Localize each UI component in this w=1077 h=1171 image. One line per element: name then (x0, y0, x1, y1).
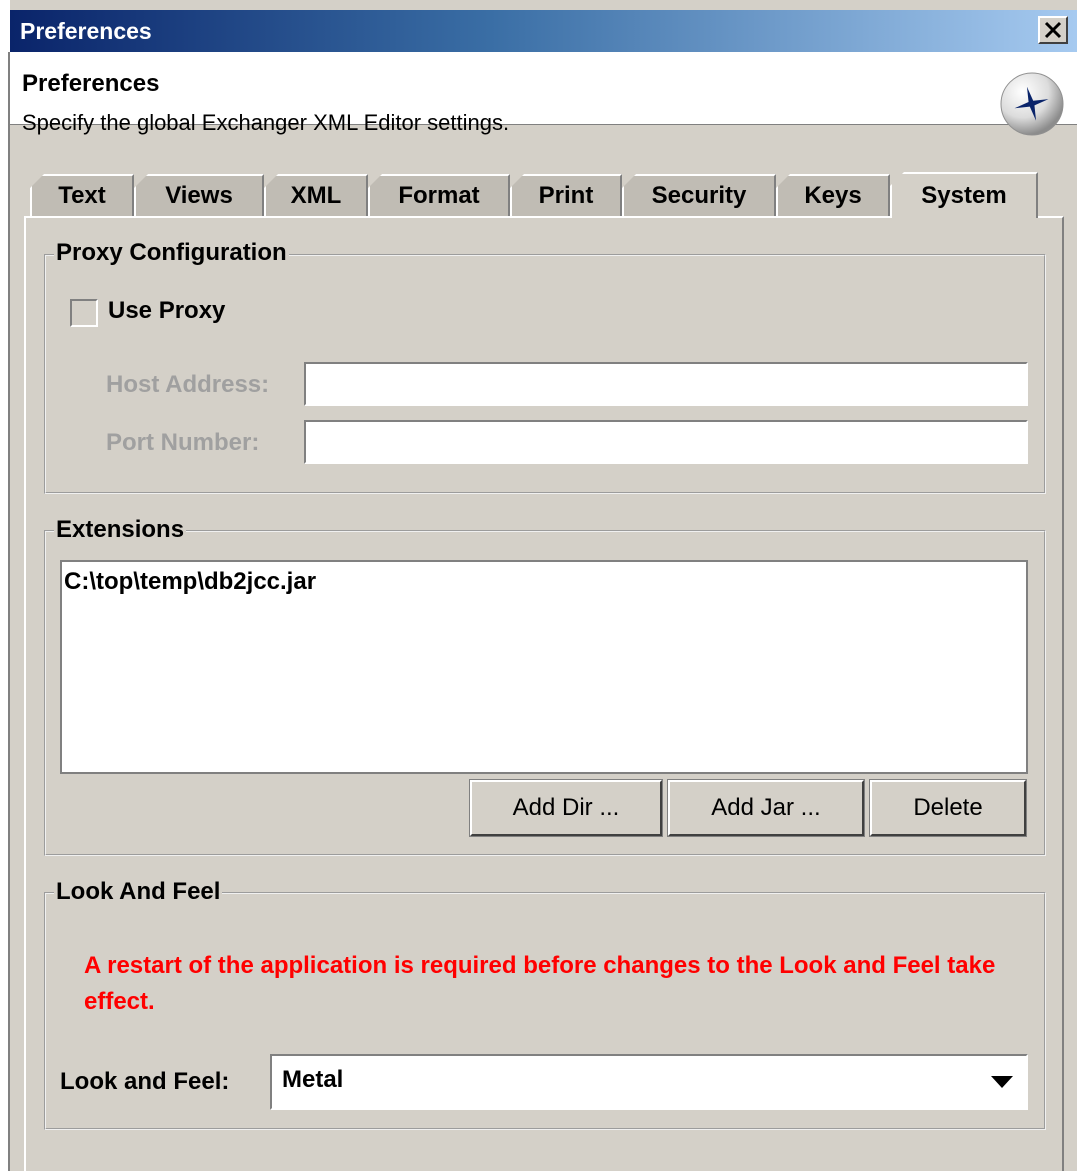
add-jar-button[interactable]: Add Jar ... (667, 779, 865, 837)
look-and-feel-legend: Look And Feel (54, 878, 223, 906)
look-and-feel-select[interactable] (270, 1054, 1028, 1110)
port-number-label: Port Number: (106, 429, 260, 456)
close-button[interactable] (1038, 16, 1068, 44)
window-border (8, 52, 10, 1171)
add-dir-button[interactable]: Add Dir ... (469, 779, 663, 837)
tab-views[interactable]: Views (134, 174, 264, 216)
tab-system[interactable]: System (890, 172, 1038, 218)
title-bar[interactable] (10, 10, 1077, 52)
look-and-feel-value: Metal (282, 1066, 344, 1093)
restart-warning-text: A restart of the application is required… (84, 952, 996, 1015)
preferences-logo-icon (998, 70, 1066, 138)
proxy-legend: Proxy Configuration (54, 239, 289, 267)
port-number-input[interactable] (304, 420, 1028, 464)
tab-security[interactable]: Security (622, 174, 776, 216)
host-address-input[interactable] (304, 362, 1028, 406)
use-proxy-label: Use Proxy (108, 297, 226, 324)
list-item[interactable]: C:\top\temp\db2jcc.jar (64, 568, 316, 596)
window-title: Preferences (20, 18, 152, 44)
header-subtitle: Specify the global Exchanger XML Editor … (22, 110, 510, 135)
use-proxy-checkbox[interactable] (70, 299, 98, 327)
tab-print[interactable]: Print (510, 174, 622, 216)
header-title: Preferences (22, 70, 160, 97)
tab-keys[interactable]: Keys (776, 174, 890, 216)
tab-xml[interactable]: XML (264, 174, 368, 216)
chevron-down-icon[interactable] (984, 1064, 1020, 1100)
extensions-legend: Extensions (54, 516, 187, 544)
look-and-feel-label: Look and Feel: (60, 1068, 230, 1095)
delete-button[interactable]: Delete (869, 779, 1027, 837)
host-address-label: Host Address: (106, 371, 270, 398)
tab-format[interactable]: Format (368, 174, 510, 216)
close-icon (1044, 21, 1062, 39)
tab-text[interactable]: Text (30, 174, 134, 216)
